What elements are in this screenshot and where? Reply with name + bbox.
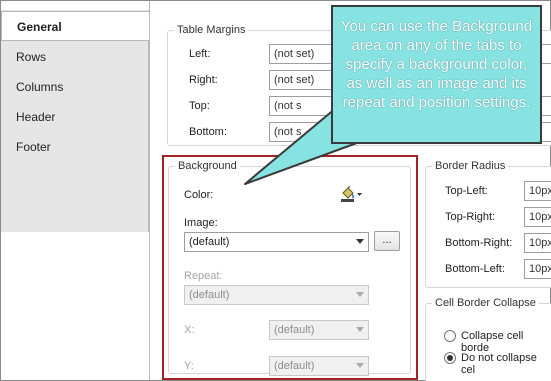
callout-pointer-joint — [335, 108, 365, 141]
